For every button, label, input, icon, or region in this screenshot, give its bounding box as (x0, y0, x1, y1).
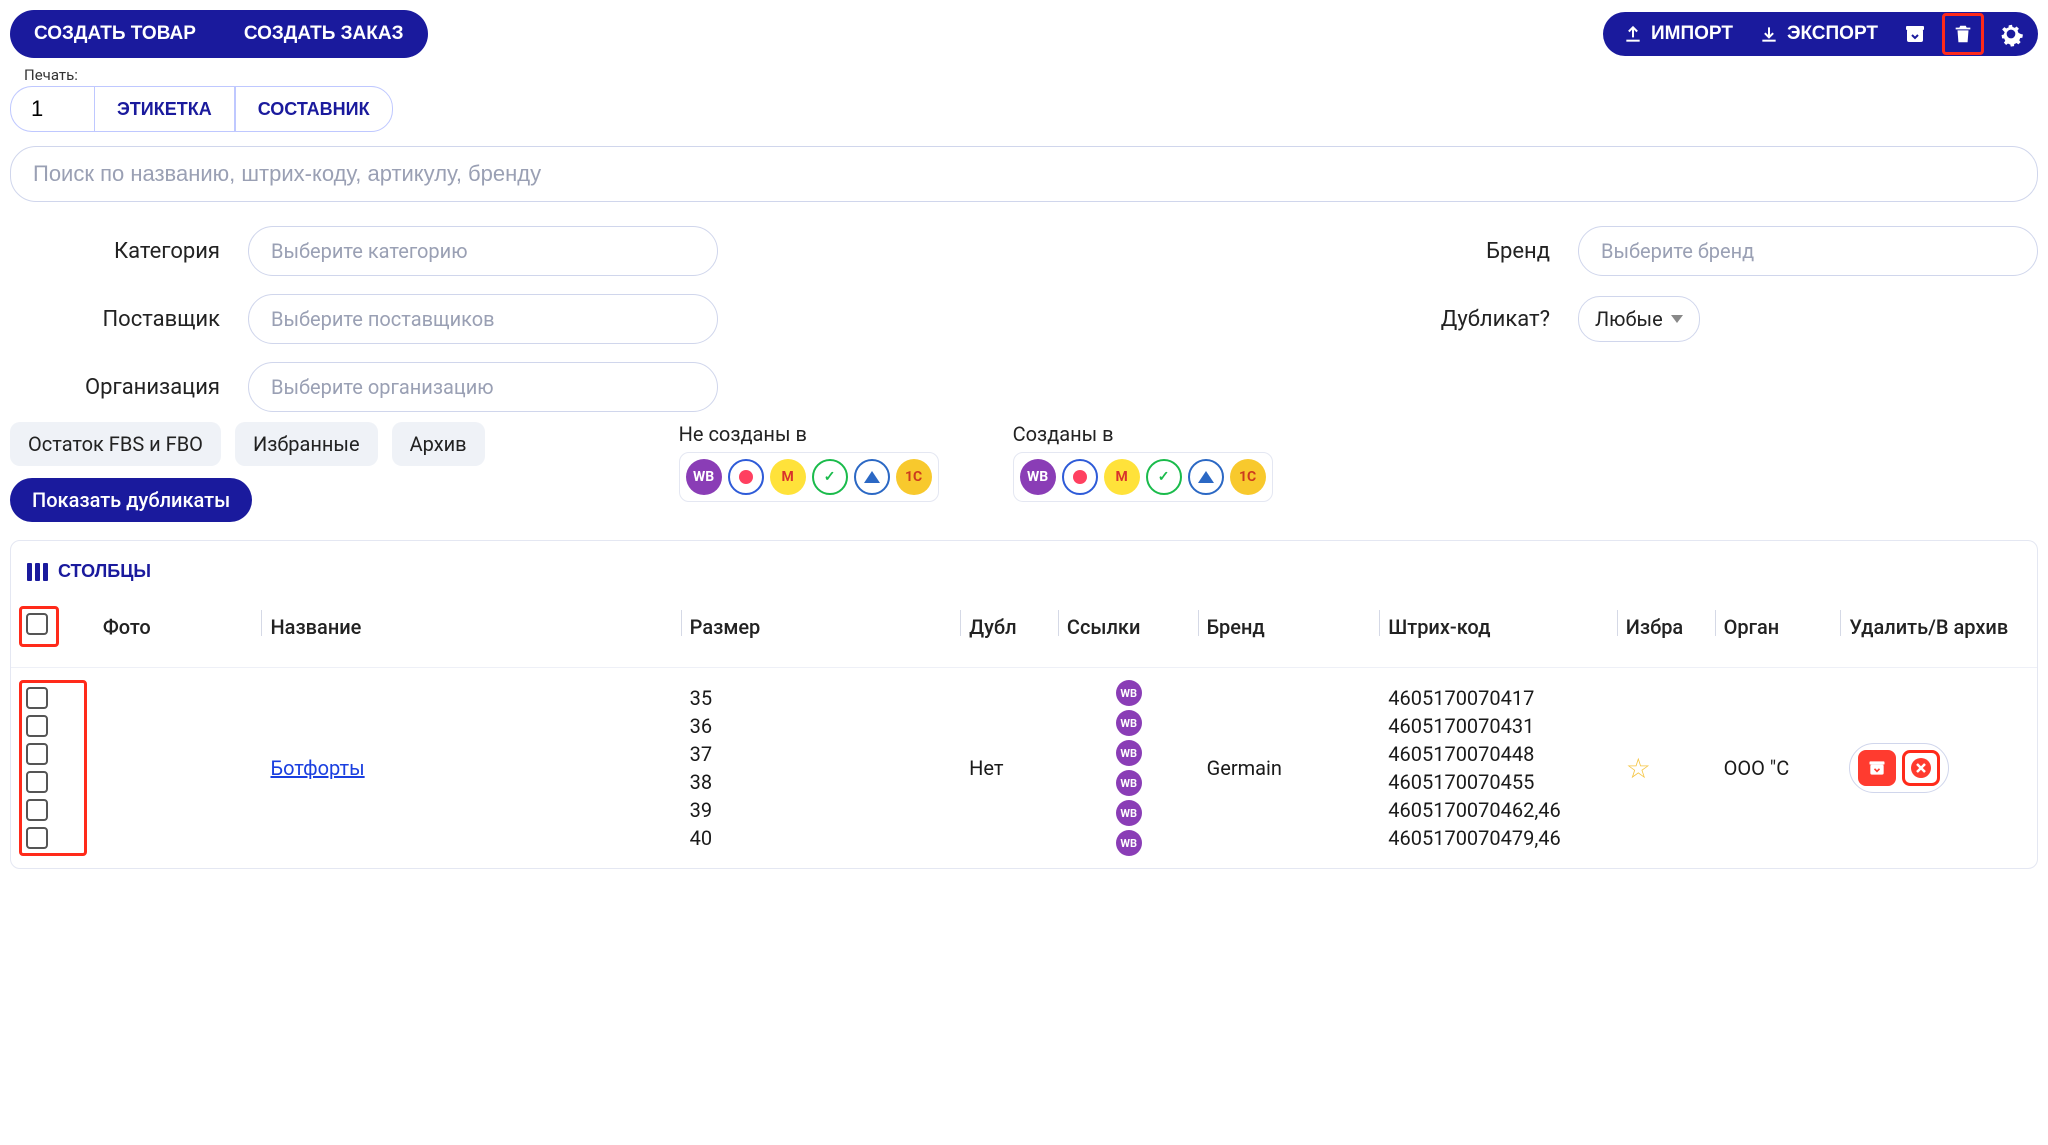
category-select[interactable]: Выберите категорию (248, 226, 718, 276)
brand-label: Бренд (1330, 239, 1570, 264)
row-checkbox[interactable] (26, 827, 48, 849)
wb-badge[interactable]: WB (1116, 800, 1142, 826)
wb-badge[interactable]: WB (1116, 710, 1142, 736)
col-barcode: Штрих-код (1380, 592, 1618, 668)
cell-links: WB WB WB WB WB WB (1067, 680, 1191, 856)
chip-favorites[interactable]: Избранные (235, 422, 378, 466)
row-checkbox[interactable] (26, 743, 48, 765)
duplicate-label: Дубликат? (1330, 307, 1570, 332)
col-org: Орган (1716, 592, 1842, 668)
search-input[interactable] (10, 146, 2038, 202)
create-order-button[interactable]: СОЗДАТЬ ЗАКАЗ (220, 10, 428, 58)
download-icon (1759, 24, 1779, 44)
cell-org: ООО "С (1716, 668, 1842, 869)
col-name: Название (262, 592, 681, 668)
primary-actions-group: СОЗДАТЬ ТОВАР СОЗДАТЬ ЗАКАЗ (10, 10, 428, 58)
upload-icon (1623, 24, 1643, 44)
ozon-icon[interactable] (728, 459, 764, 495)
products-table: Фото Название Размер Дубл Ссылки Бренд Ш… (11, 592, 2037, 868)
select-all-checkbox[interactable] (26, 613, 48, 635)
cell-brand: Germain (1199, 668, 1381, 869)
row-delete-button[interactable] (1902, 750, 1940, 786)
cell-sizes: 35 36 37 38 39 40 (682, 668, 961, 869)
row-actions (1849, 743, 1949, 793)
trash-icon (1952, 22, 1974, 46)
show-duplicates-button[interactable]: Показать дубликаты (10, 478, 252, 522)
supplier-label: Поставщик (10, 307, 240, 332)
category-label: Категория (10, 239, 240, 264)
row-checkbox[interactable] (26, 771, 48, 793)
chip-archive[interactable]: Архив (392, 422, 485, 466)
row-checkbox[interactable] (26, 687, 48, 709)
supplier-select[interactable]: Выберите поставщиков (248, 294, 718, 344)
col-size: Размер (682, 592, 961, 668)
delete-top-button[interactable] (1942, 13, 1984, 55)
wb-badge[interactable]: WB (1116, 680, 1142, 706)
settings-top-button[interactable] (1990, 13, 2032, 55)
col-dup: Дубл (961, 592, 1059, 668)
archive-box-icon (1903, 22, 1927, 46)
cell-barcodes: 4605170070417 4605170070431 460517007044… (1380, 668, 1618, 869)
close-circle-icon (1909, 756, 1933, 780)
row-archive-button[interactable] (1858, 750, 1896, 786)
avito-icon-2[interactable] (1188, 459, 1224, 495)
org-label: Организация (10, 375, 240, 400)
columns-icon (27, 563, 48, 581)
print-label: Печать: (24, 66, 2038, 84)
import-button[interactable]: ИМПОРТ (1613, 12, 1743, 56)
onec-icon[interactable]: 1C (896, 459, 932, 495)
row-checkbox[interactable] (26, 715, 48, 737)
ozon-icon-2[interactable] (1062, 459, 1098, 495)
top-right-actions: ИМПОРТ ЭКСПОРТ (1603, 12, 2038, 56)
col-delete: Удалить/В архив (1841, 592, 2037, 668)
archive-icon (1867, 758, 1887, 778)
wb-badge[interactable]: WB (1116, 740, 1142, 766)
wb-icon-2[interactable]: WB (1020, 459, 1056, 495)
col-brand: Бренд (1199, 592, 1381, 668)
sber-icon-2[interactable]: ✓ (1146, 459, 1182, 495)
archive-top-button[interactable] (1894, 13, 1936, 55)
cell-photo (95, 668, 263, 869)
gear-icon (1998, 21, 2024, 47)
col-fav: Избра (1618, 592, 1716, 668)
export-button[interactable]: ЭКСПОРТ (1749, 12, 1888, 56)
favorite-star-icon[interactable]: ☆ (1626, 752, 1651, 785)
columns-button[interactable]: СТОЛБЦЫ (11, 551, 167, 592)
sber-icon[interactable]: ✓ (812, 459, 848, 495)
created-label: Созданы в (1013, 422, 1273, 446)
print-qty-input[interactable] (10, 86, 94, 132)
col-links: Ссылки (1059, 592, 1199, 668)
create-product-button[interactable]: СОЗДАТЬ ТОВАР (10, 10, 220, 58)
yandex-market-icon[interactable]: M (770, 459, 806, 495)
table-row: Ботфорты 35 36 37 38 39 40 Нет WB WB WB … (11, 668, 2037, 869)
print-sostavnik-button[interactable]: СОСТАВНИК (235, 86, 393, 132)
print-etiketka-button[interactable]: ЭТИКЕТКА (94, 86, 235, 132)
created-marketplaces: WB M ✓ 1C (1013, 452, 1273, 502)
wb-badge[interactable]: WB (1116, 770, 1142, 796)
row-checkbox[interactable] (26, 799, 48, 821)
not-created-label: Не созданы в (679, 422, 939, 446)
org-select[interactable]: Выберите организацию (248, 362, 718, 412)
chevron-down-icon (1671, 315, 1683, 323)
onec-icon-2[interactable]: 1C (1230, 459, 1266, 495)
wb-badge[interactable]: WB (1116, 830, 1142, 856)
wb-icon[interactable]: WB (686, 459, 722, 495)
brand-select[interactable]: Выберите бренд (1578, 226, 2038, 276)
duplicate-select[interactable]: Любые (1578, 296, 1700, 342)
col-photo: Фото (95, 592, 263, 668)
product-name-link[interactable]: Ботфорты (270, 756, 364, 780)
not-created-marketplaces: WB M ✓ 1C (679, 452, 939, 502)
chip-remain[interactable]: Остаток FBS и FBO (10, 422, 221, 466)
avito-icon[interactable] (854, 459, 890, 495)
yandex-market-icon-2[interactable]: M (1104, 459, 1140, 495)
cell-dup: Нет (961, 668, 1059, 869)
